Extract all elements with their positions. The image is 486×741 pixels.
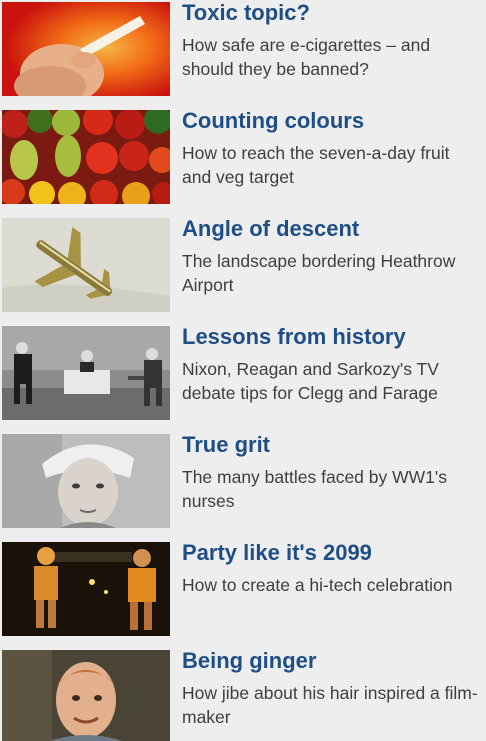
headline-link[interactable]: Angle of descent [182,216,359,242]
list-item: Angle of descent The landscape bordering… [0,216,486,324]
summary-text: The landscape bordering Heathrow Airport [182,251,456,295]
thumbnail-ginger-man[interactable] [2,650,170,741]
list-item: Being ginger How jibe about his hair ins… [0,648,486,741]
headline-link[interactable]: True grit [182,432,270,458]
thumbnail-party[interactable] [2,542,170,636]
thumbnail-nurse[interactable] [2,434,170,528]
vegetables-image [2,110,170,204]
headline-link[interactable]: Toxic topic? [182,0,310,26]
cigarette-image [2,2,170,96]
tv-debate-image [2,326,170,420]
thumbnail-cigarette[interactable] [2,2,170,96]
summary-text: The many battles faced by WW1's nurses [182,467,447,511]
feature-list: Toxic topic? How safe are e-cigarettes –… [0,0,486,741]
list-item: True grit The many battles faced by WW1'… [0,432,486,540]
nurse-portrait-image [2,434,170,528]
summary-text: How to reach the seven-a-day fruit and v… [182,143,450,187]
headline-link[interactable]: Being ginger [182,648,316,674]
list-item: Lessons from history Nixon, Reagan and S… [0,324,486,432]
thumbnail-tv-debate[interactable] [2,326,170,420]
list-item: Toxic topic? How safe are e-cigarettes –… [0,0,486,108]
list-item: Party like it's 2099 How to create a hi-… [0,540,486,648]
summary-text: How jibe about his hair inspired a film-… [182,683,478,727]
aircraft-image [2,218,170,312]
summary-text: Nixon, Reagan and Sarkozy's TV debate ti… [182,359,439,403]
summary-text: How to create a hi-tech celebration [182,575,453,595]
headline-link[interactable]: Counting colours [182,108,364,134]
thumbnail-vegetables[interactable] [2,110,170,204]
headline-link[interactable]: Party like it's 2099 [182,540,372,566]
summary-text: How safe are e-cigarettes – and should t… [182,35,431,79]
party-image [2,542,170,636]
thumbnail-aircraft[interactable] [2,218,170,312]
ginger-man-image [2,650,170,741]
list-item: Counting colours How to reach the seven-… [0,108,486,216]
headline-link[interactable]: Lessons from history [182,324,406,350]
